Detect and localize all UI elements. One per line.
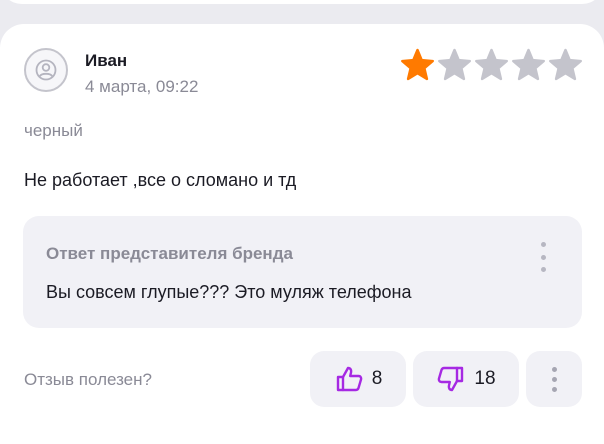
review-more-button[interactable] [526, 351, 582, 407]
thumbs-up-icon [336, 366, 363, 392]
review-date: 4 марта, 09:22 [85, 77, 199, 96]
more-vertical-icon [551, 366, 557, 372]
like-button[interactable]: 8 [310, 351, 406, 407]
rating-stars [400, 48, 583, 82]
product-variant: черный [24, 121, 83, 140]
brand-answer: Ответ представителя бренда Вы совсем глу… [23, 216, 582, 328]
thumbs-down-icon [438, 366, 464, 392]
star-filled-icon [401, 48, 434, 81]
star-empty-icon [475, 48, 508, 81]
previous-card [0, 0, 604, 4]
user-placeholder-icon [35, 59, 57, 81]
more-vertical-icon[interactable] [534, 242, 552, 272]
avatar [24, 48, 68, 92]
review-text: Не работает ,все о сломано и тд [24, 170, 297, 190]
brand-answer-title: Ответ представителя бренда [46, 244, 293, 263]
review-author: Иван [85, 51, 128, 70]
helpful-question: Отзыв полезен? [24, 370, 152, 389]
star-empty-icon [512, 48, 545, 81]
dislike-count: 18 [474, 368, 496, 389]
brand-answer-text: Вы совсем глупые??? Это муляж телефона [46, 282, 412, 302]
like-count: 8 [371, 368, 383, 389]
star-empty-icon [549, 48, 582, 81]
star-empty-icon [438, 48, 471, 81]
dislike-button[interactable]: 18 [413, 351, 519, 407]
